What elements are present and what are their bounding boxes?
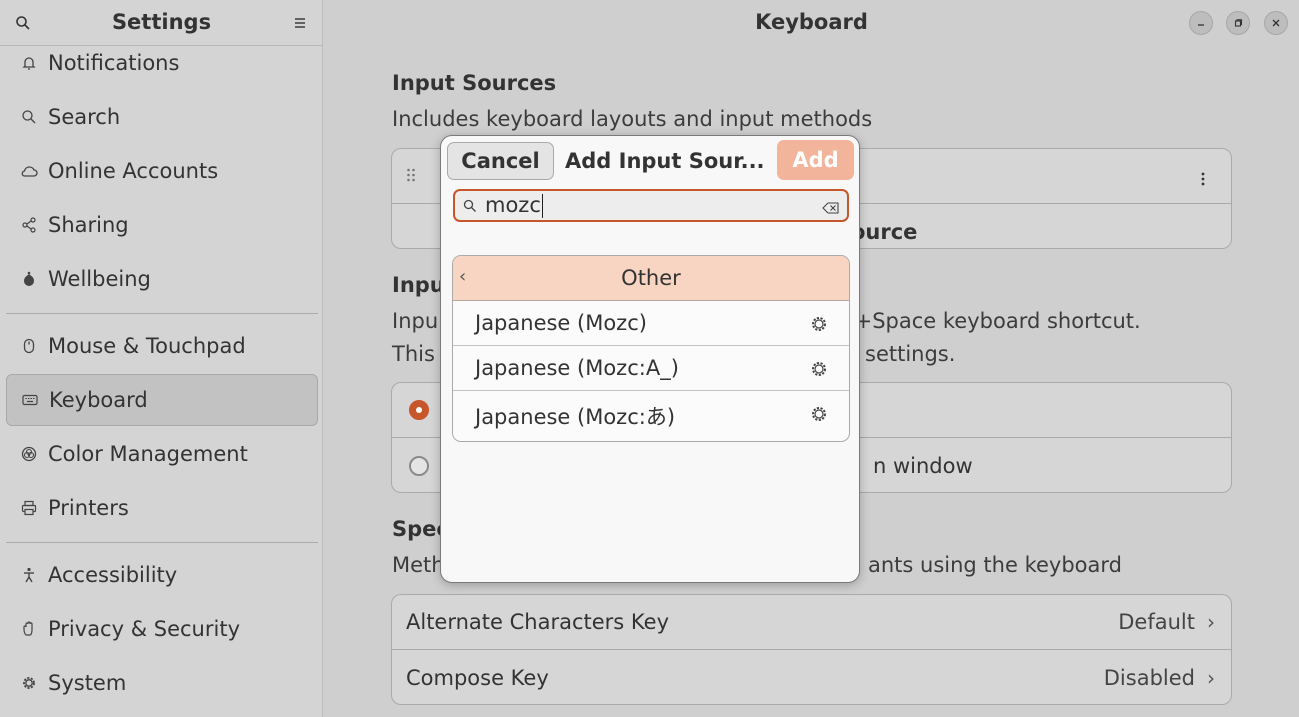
radio-button[interactable] xyxy=(409,455,429,476)
chevron-right-icon: › xyxy=(1207,610,1215,634)
sidebar-item-search[interactable]: Search xyxy=(6,91,318,143)
sidebar: Settings Notifications Search Online Acc… xyxy=(0,0,323,717)
chevron-left-icon[interactable]: ‹ xyxy=(459,266,466,287)
gear-icon[interactable] xyxy=(810,314,828,338)
list-item-label: Japanese (Mozc:A_) xyxy=(475,356,679,380)
category-label: Other xyxy=(621,266,681,290)
switching-desc-left-1: Inpu xyxy=(392,309,439,333)
switching-desc-right-1: r+Space keyboard shortcut. xyxy=(846,309,1141,333)
input-switching-heading: Inpu xyxy=(392,273,445,297)
row-label: Alternate Characters Key xyxy=(406,610,669,634)
sidebar-item-system[interactable]: System xyxy=(6,657,318,709)
search-query: mozc xyxy=(485,193,541,217)
sidebar-item-label: Keyboard xyxy=(49,388,148,412)
alternate-characters-key-row[interactable]: Alternate Characters Key Default › xyxy=(392,595,1231,650)
list-item-label: Japanese (Mozc:あ) xyxy=(475,405,676,429)
drag-handle-icon[interactable] xyxy=(406,164,416,188)
menu-icon[interactable] xyxy=(288,11,312,35)
list-item[interactable]: Japanese (Mozc:A_) xyxy=(453,346,849,391)
row-value: Default xyxy=(1118,610,1195,634)
sidebar-item-label: Online Accounts xyxy=(48,159,219,183)
keyboard-icon xyxy=(19,394,41,406)
text-caret xyxy=(541,194,543,218)
cloud-icon xyxy=(18,164,40,178)
row-value: Disabled xyxy=(1103,665,1195,690)
sidebar-item-privacy-security[interactable]: Privacy & Security xyxy=(6,603,318,655)
printer-icon xyxy=(18,500,40,516)
input-sources-heading: Input Sources xyxy=(392,71,557,95)
sidebar-item-wellbeing[interactable]: Wellbeing xyxy=(6,253,318,305)
gear-icon[interactable] xyxy=(810,359,828,383)
share-icon xyxy=(18,217,40,233)
list-item[interactable]: Japanese (Mozc:あ) xyxy=(453,391,849,441)
sidebar-item-label: Wellbeing xyxy=(48,267,151,291)
sidebar-item-printers[interactable]: Printers xyxy=(6,482,318,534)
input-sources-description: Includes keyboard layouts and input meth… xyxy=(392,107,873,131)
list-item[interactable]: Japanese (Mozc) xyxy=(453,301,849,346)
input-source-list: ‹ Other Japanese (Mozc) Japanese (Mozc:A… xyxy=(452,255,850,442)
clear-search-icon[interactable] xyxy=(822,199,840,218)
sidebar-item-label: Accessibility xyxy=(48,563,178,587)
maximize-button[interactable] xyxy=(1226,11,1250,35)
special-desc-right: ants using the keyboard xyxy=(868,553,1122,577)
mouse-icon xyxy=(18,338,40,354)
add-input-source-dialog: Cancel Add Input Sour... Add mozc ‹ Othe… xyxy=(440,135,860,583)
sidebar-item-label: Mouse & Touchpad xyxy=(48,334,246,358)
list-item-label: Japanese (Mozc) xyxy=(475,311,647,335)
sidebar-item-keyboard[interactable]: Keyboard xyxy=(6,374,318,426)
sidebar-item-label: Color Management xyxy=(48,442,248,466)
more-options-icon[interactable] xyxy=(1201,167,1205,191)
search-icon xyxy=(463,198,477,217)
gear-icon[interactable] xyxy=(810,404,828,428)
sidebar-item-label: Sharing xyxy=(48,213,129,237)
category-header[interactable]: ‹ Other xyxy=(453,256,849,301)
search-icon xyxy=(18,109,40,125)
special-keys-card: Alternate Characters Key Default › Compo… xyxy=(391,594,1232,705)
search-input[interactable]: mozc xyxy=(453,189,849,222)
sidebar-item-online-accounts[interactable]: Online Accounts xyxy=(6,145,318,197)
restore-icon xyxy=(1234,19,1243,27)
sidebar-item-accessibility[interactable]: Accessibility xyxy=(6,549,318,601)
compose-key-row[interactable]: Compose Key Disabled › xyxy=(392,650,1231,704)
sidebar-divider xyxy=(6,542,318,543)
gear-icon xyxy=(18,675,40,691)
sidebar-divider xyxy=(6,313,318,314)
dialog-title: Add Input Sour... xyxy=(565,149,765,173)
add-button[interactable]: Add xyxy=(777,140,854,180)
row-label: Compose Key xyxy=(406,665,549,690)
sidebar-title: Settings xyxy=(111,10,212,34)
page-title: Keyboard xyxy=(755,10,868,34)
sidebar-item-notifications[interactable]: Notifications xyxy=(6,37,318,89)
color-icon xyxy=(18,446,40,462)
sidebar-item-label: Notifications xyxy=(48,51,180,75)
chevron-right-icon: › xyxy=(1207,665,1215,690)
radio-button-selected[interactable] xyxy=(409,400,429,420)
wellbeing-icon xyxy=(18,271,40,287)
sidebar-item-color-management[interactable]: Color Management xyxy=(6,428,318,480)
bell-icon xyxy=(18,55,40,71)
switching-desc-right-2: settings. xyxy=(865,342,956,366)
close-icon xyxy=(1272,19,1280,27)
sidebar-item-label: System xyxy=(48,671,127,695)
minimize-button[interactable] xyxy=(1189,11,1213,35)
cancel-button[interactable]: Cancel xyxy=(447,142,554,180)
sidebar-item-label: Search xyxy=(48,105,121,129)
accessibility-icon xyxy=(18,567,40,583)
sidebar-item-label: Privacy & Security xyxy=(48,617,240,641)
hand-icon xyxy=(18,621,40,637)
sidebar-item-sharing[interactable]: Sharing xyxy=(6,199,318,251)
add-input-source-label: ource xyxy=(851,219,918,244)
sidebar-item-mouse-touchpad[interactable]: Mouse & Touchpad xyxy=(6,320,318,372)
switching-option-2-label: n window xyxy=(873,453,973,478)
switching-desc-left-2: This xyxy=(392,342,435,366)
minimize-icon xyxy=(1198,24,1204,26)
sidebar-item-label: Printers xyxy=(48,496,129,520)
special-desc-left: Meth xyxy=(392,553,445,577)
close-button[interactable] xyxy=(1264,11,1288,35)
